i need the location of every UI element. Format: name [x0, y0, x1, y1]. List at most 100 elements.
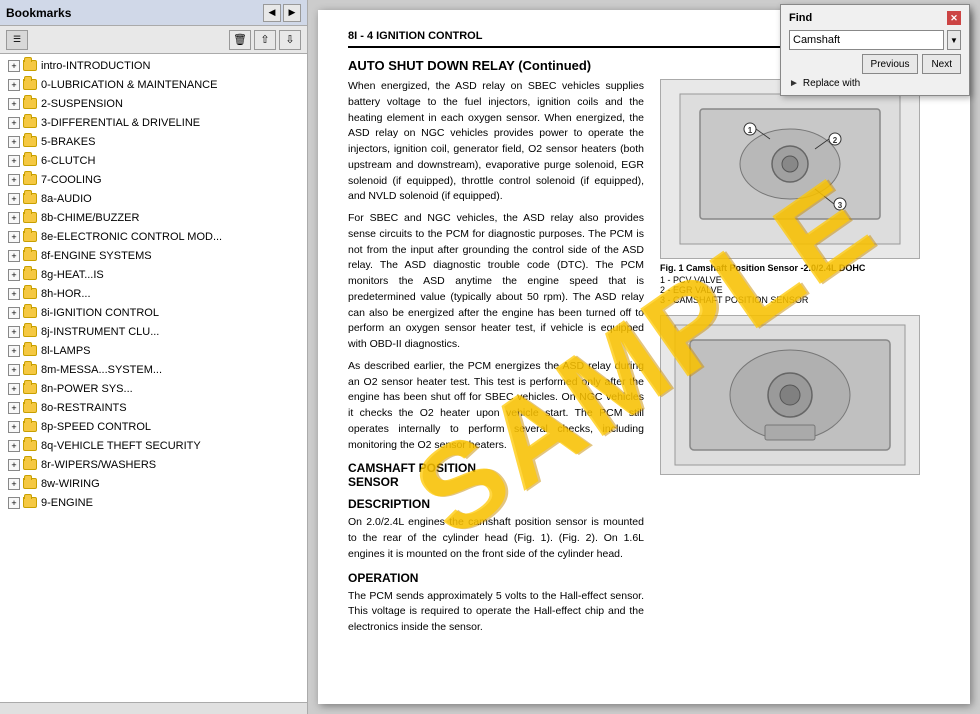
- find-buttons: Previous Next: [789, 54, 961, 74]
- left-column: When energized, the ASD relay on SBEC ve…: [348, 79, 644, 642]
- sidebar-item-speed[interactable]: +8p-SPEED CONTROL: [0, 417, 307, 436]
- sidebar-item-label: 8w-WIRING: [41, 478, 100, 490]
- camshaft-title-line1: CAMSHAFT POSITION: [348, 461, 476, 475]
- sidebar-item-ignition[interactable]: +8i-IGNITION CONTROL: [0, 303, 307, 322]
- expand-icon[interactable]: +: [8, 155, 20, 167]
- previous-button[interactable]: Previous: [862, 54, 919, 74]
- next-button[interactable]: Next: [922, 54, 961, 74]
- sidebar-item-theft[interactable]: +8q-VEHICLE THEFT SECURITY: [0, 436, 307, 455]
- folder-icon: [23, 78, 37, 92]
- expand-icon[interactable]: +: [8, 250, 20, 262]
- sidebar-item-label: 8j-INSTRUMENT CLU...: [41, 326, 159, 338]
- expand-icon[interactable]: +: [8, 212, 20, 224]
- description-title: DESCRIPTION: [348, 497, 644, 511]
- sidebar-item-restraints[interactable]: +8o-RESTRAINTS: [0, 398, 307, 417]
- camshaft-section-title: CAMSHAFT POSITION SENSOR: [348, 461, 644, 489]
- sidebar-item-label: 8r-WIPERS/WASHERS: [41, 459, 156, 471]
- sidebar-item-intro[interactable]: +intro-INTRODUCTION: [0, 56, 307, 75]
- sidebar-item-chime[interactable]: +8b-CHIME/BUZZER: [0, 208, 307, 227]
- sidebar-item-horn[interactable]: +8h-HOR...: [0, 284, 307, 303]
- folder-icon: [23, 135, 37, 149]
- expand-icon[interactable]: +: [8, 288, 20, 300]
- sidebar-item-label: 6-CLUTCH: [41, 155, 95, 167]
- sidebar-item-label: 8f-ENGINE SYSTEMS: [41, 250, 152, 262]
- svg-text:2: 2: [833, 136, 838, 145]
- sidebar-item-label: 8b-CHIME/BUZZER: [41, 212, 139, 224]
- sidebar-item-audio[interactable]: +8a-AUDIO: [0, 189, 307, 208]
- sidebar: Bookmarks ◀ ▶ ☰ 🗑 ⇧ ⇩ +intro-INTRODUCTIO…: [0, 0, 308, 714]
- sidebar-item-label: 8l-LAMPS: [41, 345, 91, 357]
- expand-icon[interactable]: +: [8, 117, 20, 129]
- delete-button[interactable]: 🗑: [229, 30, 251, 50]
- expand-icon[interactable]: +: [8, 440, 20, 452]
- document-content: Find ✕ ▼ Previous Next ► Replace with 8I…: [308, 0, 980, 714]
- sidebar-nav-left[interactable]: ◀: [263, 4, 281, 22]
- expand-icon[interactable]: +: [8, 231, 20, 243]
- sidebar-nav-right[interactable]: ▶: [283, 4, 301, 22]
- sidebar-item-wiring[interactable]: +8w-WIRING: [0, 474, 307, 493]
- sidebar-horizontal-scrollbar[interactable]: [0, 702, 307, 714]
- find-header: Find ✕: [789, 11, 961, 25]
- sidebar-item-wipers[interactable]: +8r-WIPERS/WASHERS: [0, 455, 307, 474]
- sidebar-item-engine-sys[interactable]: +8f-ENGINE SYSTEMS: [0, 246, 307, 265]
- sidebar-item-suspension[interactable]: +2-SUSPENSION: [0, 94, 307, 113]
- sidebar-item-lamps[interactable]: +8l-LAMPS: [0, 341, 307, 360]
- sidebar-item-power[interactable]: +8n-POWER SYS...: [0, 379, 307, 398]
- sidebar-item-heat[interactable]: +8g-HEAT...IS: [0, 265, 307, 284]
- camshaft-title-line2: SENSOR: [348, 475, 399, 489]
- right-column: 1 2 3 Fig. 1 Camshaft Position Sens: [660, 79, 940, 642]
- sidebar-item-cooling[interactable]: +7-COOLING: [0, 170, 307, 189]
- sidebar-item-ecm[interactable]: +8e-ELECTRONIC CONTROL MOD...: [0, 227, 307, 246]
- find-dropdown-button[interactable]: ▼: [947, 30, 961, 50]
- sidebar-title: Bookmarks: [6, 6, 71, 20]
- expand-icon[interactable]: +: [8, 364, 20, 376]
- expand-icon[interactable]: +: [8, 269, 20, 281]
- folder-icon: [23, 382, 37, 396]
- folder-icon: [23, 211, 37, 225]
- sidebar-item-differential[interactable]: +3-DIFFERENTIAL & DRIVELINE: [0, 113, 307, 132]
- find-close-button[interactable]: ✕: [947, 11, 961, 25]
- expand-icon[interactable]: +: [8, 307, 20, 319]
- sidebar-item-clutch[interactable]: +6-CLUTCH: [0, 151, 307, 170]
- folder-icon: [23, 496, 37, 510]
- move-up-button[interactable]: ⇧: [254, 30, 276, 50]
- expand-icon[interactable]: +: [8, 345, 20, 357]
- expand-icon[interactable]: +: [8, 98, 20, 110]
- body-text-2: For SBEC and NGC vehicles, the ASD relay…: [348, 211, 644, 353]
- sidebar-item-brakes[interactable]: +5-BRAKES: [0, 132, 307, 151]
- folder-icon: [23, 97, 37, 111]
- find-input[interactable]: [789, 30, 944, 50]
- expand-icon[interactable]: +: [8, 497, 20, 509]
- sidebar-action-buttons: 🗑 ⇧ ⇩: [229, 30, 301, 50]
- body-text-3: As described earlier, the PCM energizes …: [348, 359, 644, 454]
- expand-icon[interactable]: +: [8, 402, 20, 414]
- expand-icon[interactable]: +: [8, 136, 20, 148]
- sidebar-view-button[interactable]: ☰: [6, 30, 28, 50]
- header-left: 8I - 4 IGNITION CONTROL: [348, 30, 482, 42]
- sidebar-item-lubrication[interactable]: +0-LUBRICATION & MAINTENANCE: [0, 75, 307, 94]
- expand-icon[interactable]: +: [8, 421, 20, 433]
- svg-text:3: 3: [838, 201, 843, 210]
- legend-2: 2 - EGR VALVE: [660, 285, 940, 295]
- expand-icon[interactable]: +: [8, 478, 20, 490]
- expand-icon[interactable]: +: [8, 174, 20, 186]
- expand-icon[interactable]: +: [8, 326, 20, 338]
- legend-1: 1 - PCV VALVE: [660, 275, 940, 285]
- expand-icon[interactable]: +: [8, 383, 20, 395]
- sidebar-item-instrument[interactable]: +8j-INSTRUMENT CLU...: [0, 322, 307, 341]
- folder-icon: [23, 268, 37, 282]
- sidebar-tree[interactable]: +intro-INTRODUCTION+0-LUBRICATION & MAIN…: [0, 54, 307, 702]
- folder-icon: [23, 173, 37, 187]
- expand-icon[interactable]: +: [8, 193, 20, 205]
- sidebar-item-label: 8e-ELECTRONIC CONTROL MOD...: [41, 231, 222, 243]
- find-input-row: ▼: [789, 30, 961, 50]
- expand-icon[interactable]: +: [8, 79, 20, 91]
- sidebar-item-label: 2-SUSPENSION: [41, 98, 123, 110]
- sidebar-item-message[interactable]: +8m-MESSA...SYSTEM...: [0, 360, 307, 379]
- expand-icon[interactable]: +: [8, 60, 20, 72]
- move-down-button[interactable]: ⇩: [279, 30, 301, 50]
- replace-arrow-icon: ►: [789, 78, 799, 89]
- expand-icon[interactable]: +: [8, 459, 20, 471]
- sidebar-item-engine[interactable]: +9-ENGINE: [0, 493, 307, 512]
- find-replace-row[interactable]: ► Replace with: [789, 78, 961, 89]
